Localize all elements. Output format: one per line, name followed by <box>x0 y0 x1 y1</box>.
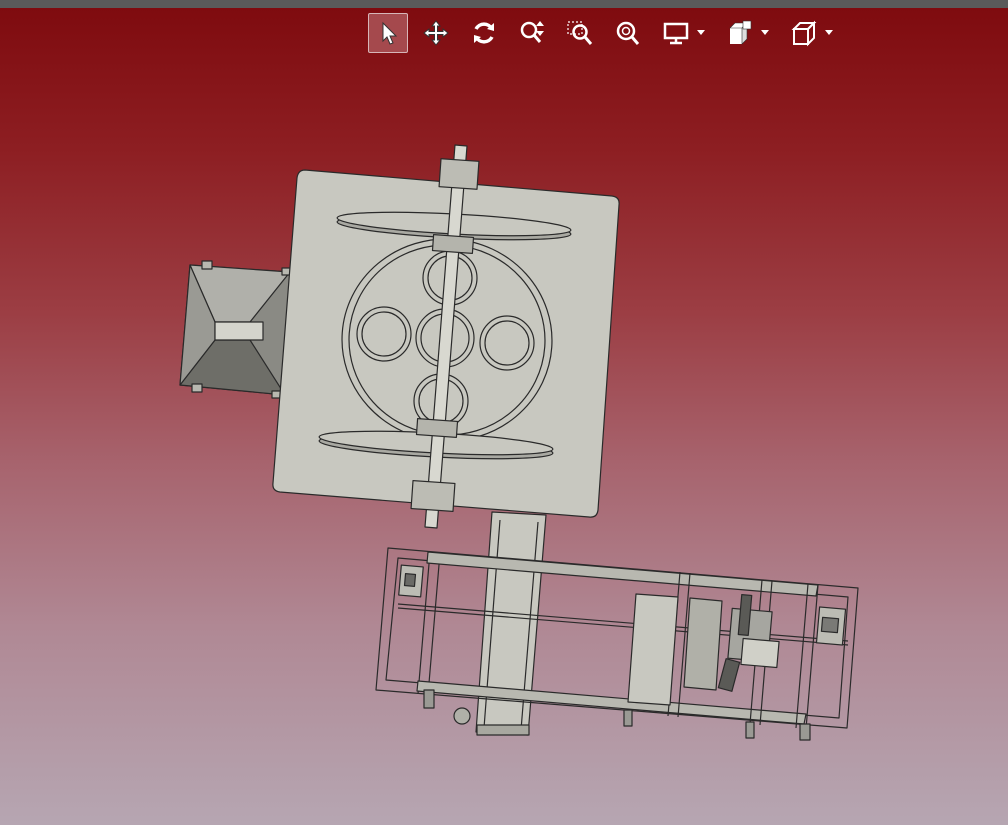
zoom-fit-button[interactable] <box>608 13 648 53</box>
view-cube-icon <box>791 20 817 47</box>
rotate-tool-button[interactable] <box>464 13 504 53</box>
pan-move-icon <box>423 20 449 46</box>
render-style-button[interactable] <box>720 13 760 53</box>
display-mode-button[interactable] <box>656 13 696 53</box>
cad-model-view[interactable] <box>0 0 1008 825</box>
hopper-part[interactable] <box>179 260 291 399</box>
chevron-down-icon[interactable] <box>696 13 706 53</box>
chevron-down-icon[interactable] <box>760 13 770 53</box>
render-style-icon <box>729 20 752 45</box>
cursor-arrow-icon <box>382 21 398 45</box>
zoom-dynamic-icon <box>520 21 544 43</box>
zoom-dynamic-button[interactable] <box>512 13 552 53</box>
drive-unit[interactable] <box>627 593 780 706</box>
zoom-fit-icon <box>616 21 640 45</box>
base-frame[interactable] <box>375 547 859 730</box>
chevron-down-icon[interactable] <box>824 13 834 53</box>
zoom-window-icon <box>567 21 593 45</box>
display-mode-dropdown[interactable] <box>656 13 706 53</box>
view-toolbar <box>368 12 848 54</box>
render-style-dropdown[interactable] <box>720 13 770 53</box>
view-orientation-dropdown[interactable] <box>784 13 834 53</box>
zoom-window-button[interactable] <box>560 13 600 53</box>
sensor-block-left[interactable] <box>398 564 424 598</box>
sensor-block-right[interactable] <box>815 606 847 646</box>
select-tool-button[interactable] <box>368 13 408 53</box>
rotate-view-icon <box>474 22 494 44</box>
monitor-icon <box>663 22 689 45</box>
3d-viewport[interactable] <box>0 0 1008 825</box>
pan-tool-button[interactable] <box>416 13 456 53</box>
view-orientation-button[interactable] <box>784 13 824 53</box>
